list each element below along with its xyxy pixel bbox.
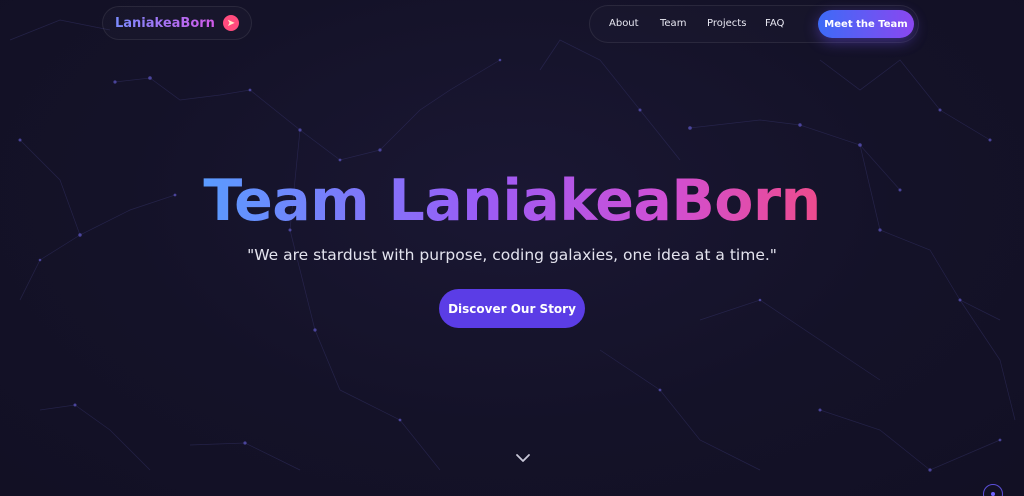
- nav-link-about[interactable]: About: [609, 18, 639, 29]
- top-navigation: About Team Projects FAQ Meet the Team: [589, 5, 919, 43]
- nav-link-team[interactable]: Team: [660, 18, 686, 29]
- page: LaniakeaBorn ➤ About Team Projects FAQ M…: [0, 0, 1024, 496]
- brand-logo[interactable]: LaniakeaBorn ➤: [102, 6, 252, 40]
- hero-title-text: Team LaniakeaBorn: [203, 168, 821, 234]
- hero-title: Team LaniakeaBorn: [0, 164, 1024, 238]
- hero-tagline: "We are stardust with purpose, coding ga…: [247, 246, 777, 264]
- discover-story-button[interactable]: Discover Our Story: [439, 289, 585, 328]
- nav-link-faq[interactable]: FAQ: [765, 18, 784, 29]
- chevron-down-icon[interactable]: [515, 452, 531, 464]
- brand-name: LaniakeaBorn: [115, 15, 215, 31]
- nav-link-projects[interactable]: Projects: [707, 18, 746, 29]
- meet-the-team-button[interactable]: Meet the Team: [818, 10, 914, 38]
- rocket-icon: ➤: [222, 15, 239, 31]
